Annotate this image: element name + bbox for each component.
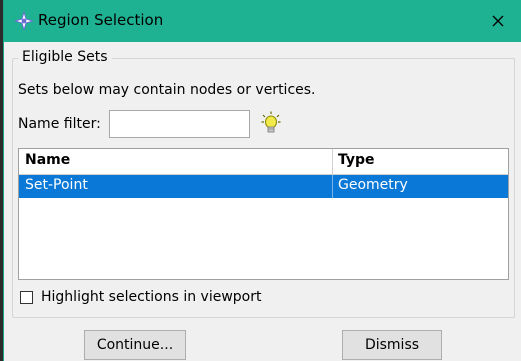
- name-filter-input[interactable]: [109, 110, 250, 138]
- highlight-checkbox-label: Highlight selections in viewport: [41, 289, 262, 305]
- table-header: Name Type: [19, 149, 508, 175]
- row-name-cell: Set-Point: [25, 177, 88, 193]
- abaqus-cross-icon: [15, 12, 33, 30]
- dismiss-button[interactable]: Dismiss: [342, 330, 442, 360]
- description-text: Sets below may contain nodes or vertices…: [18, 82, 316, 98]
- continue-button[interactable]: Continue...: [84, 330, 186, 360]
- highlight-option[interactable]: Highlight selections in viewport: [20, 289, 261, 305]
- close-button[interactable]: [483, 8, 513, 34]
- sets-table: Name Type Set-Point Geometry: [18, 148, 509, 280]
- region-selection-dialog: Region Selection Eligible Sets Sets belo…: [3, 0, 521, 361]
- table-row[interactable]: Set-Point Geometry: [19, 175, 508, 198]
- highlight-checkbox[interactable]: [20, 290, 33, 304]
- dialog-title: Region Selection: [38, 11, 164, 29]
- title-bar[interactable]: Region Selection: [4, 0, 521, 42]
- close-icon: [492, 15, 504, 27]
- column-header-name[interactable]: Name: [25, 152, 70, 168]
- row-type-cell: Geometry: [338, 177, 408, 193]
- row-divider: [332, 175, 333, 198]
- name-filter-label: Name filter:: [18, 116, 101, 132]
- group-legend: Eligible Sets: [18, 49, 112, 65]
- column-divider[interactable]: [332, 149, 333, 174]
- column-header-type[interactable]: Type: [338, 152, 375, 168]
- lightbulb-icon[interactable]: [261, 111, 281, 135]
